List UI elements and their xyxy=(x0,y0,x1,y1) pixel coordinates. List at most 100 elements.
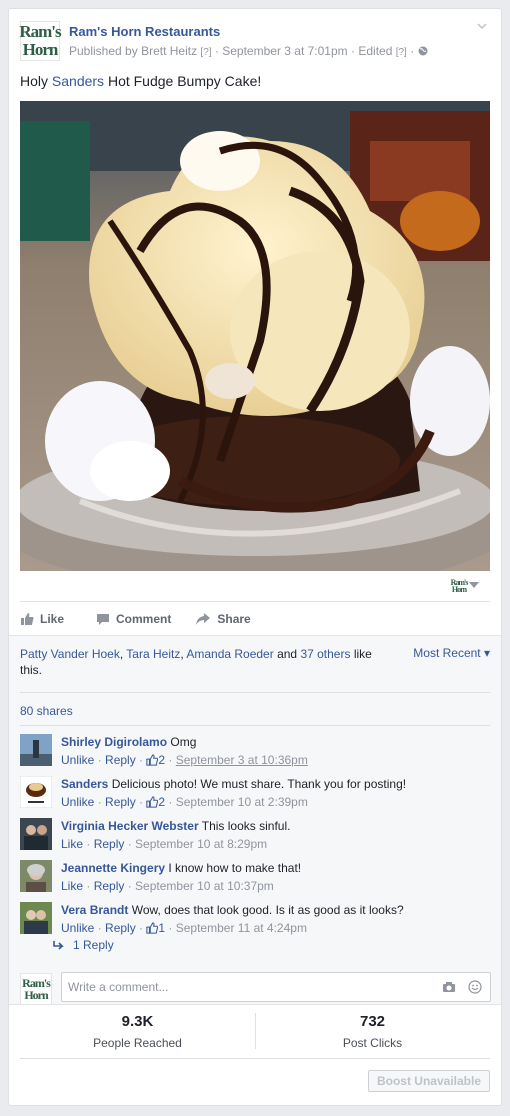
like-button[interactable]: Like xyxy=(20,612,64,626)
meta-dot: · xyxy=(410,44,415,58)
share-label: Share xyxy=(217,611,251,626)
unlike-link[interactable]: Unlike xyxy=(61,753,94,767)
post-clicks-label: Post Clicks xyxy=(342,1036,403,1050)
post-clicks-stat[interactable]: 732 Post Clicks xyxy=(255,1011,490,1050)
boost-button[interactable]: Boost Unavailable xyxy=(367,1070,490,1092)
people-reached-value: 9.3K xyxy=(121,1013,154,1030)
like-link[interactable]: Like xyxy=(61,879,83,893)
reply-link[interactable]: Reply xyxy=(105,921,136,935)
reply-link[interactable]: Reply xyxy=(94,837,125,851)
action-bar: Like Comment Share xyxy=(20,601,490,635)
comment-input[interactable] xyxy=(68,980,428,994)
share-button[interactable]: Share xyxy=(195,611,251,626)
camera-icon[interactable] xyxy=(442,981,456,993)
avatar[interactable] xyxy=(20,776,52,808)
people-reached-label: People Reached xyxy=(93,1036,182,1050)
people-reached-stat[interactable]: 9.3K People Reached xyxy=(20,1011,255,1050)
others-link[interactable]: 37 others xyxy=(300,647,350,661)
comment-actions: Unlike · Reply · 2 · September 10 at 2:3… xyxy=(61,795,308,809)
avatar[interactable] xyxy=(20,860,52,892)
meta-dot: · xyxy=(214,44,219,58)
comment-actions: Unlike · Reply · 2 · September 3 at 10:3… xyxy=(61,753,308,767)
page-name-link[interactable]: Ram's Horn Restaurants xyxy=(69,24,220,39)
page-logo[interactable]: Ram's Horn xyxy=(19,21,62,61)
like-count[interactable]: 1 xyxy=(158,921,165,935)
reply-arrow-icon xyxy=(53,941,64,950)
post-card: Ram's Horn Ram's Horn Restaurants Publis… xyxy=(8,8,502,1106)
likes-summary: Patty Vander Hoek, Tara Heitz, Amanda Ro… xyxy=(20,646,390,678)
meta-dot: · xyxy=(351,44,355,58)
comment-body: Shirley Digirolamo Omg xyxy=(61,735,196,749)
liker-link[interactable]: Patty Vander Hoek xyxy=(20,647,120,661)
post-text-part: Holy xyxy=(20,73,52,89)
comment-bubble-icon xyxy=(97,613,110,625)
sort-dropdown[interactable]: Most Recent ▾ xyxy=(413,646,490,660)
liker-link[interactable]: Tara Heitz xyxy=(126,647,180,661)
comment-text: Delicious photo! We must share. Thank yo… xyxy=(111,777,407,791)
edited-label[interactable]: Edited xyxy=(358,44,392,58)
comment-button[interactable]: Comment xyxy=(96,612,171,626)
comment-label: Comment xyxy=(116,611,172,626)
post-date-link[interactable]: September 3 at 7:01pm xyxy=(222,44,347,58)
comment-author-link[interactable]: Jeannette Kingery xyxy=(61,861,165,875)
page-switcher-logo[interactable]: Ram's Horn xyxy=(451,578,468,594)
logo-text-top: Ram's xyxy=(19,22,61,41)
comment-body: Jeannette Kingery I know how to make tha… xyxy=(61,861,301,875)
post-text-part: Hot Fudge Bumpy Cake! xyxy=(104,73,262,89)
avatar[interactable] xyxy=(20,902,52,934)
like-count-icon xyxy=(146,754,159,766)
comment-item: Jeannette Kingery I know how to make tha… xyxy=(20,860,490,900)
divider xyxy=(20,1058,490,1059)
post-photo[interactable] xyxy=(20,101,490,571)
reply-link[interactable]: Reply xyxy=(94,879,125,893)
reply-link[interactable]: Reply xyxy=(105,795,136,809)
like-label: Like xyxy=(40,611,65,626)
comment-text: Omg xyxy=(170,735,197,749)
comment-time-link[interactable]: September 10 at 8:29pm xyxy=(135,837,267,851)
comment-time-link[interactable]: September 11 at 4:24pm xyxy=(176,921,307,935)
like-count[interactable]: 2 xyxy=(158,753,165,767)
comment-author-link[interactable]: Sanders xyxy=(61,777,108,791)
comment-actions: Like · Reply · September 10 at 8:29pm xyxy=(61,837,268,851)
insights-stats: 9.3K People Reached 732 Post Clicks xyxy=(20,1011,490,1057)
comment-body: Virginia Hecker Webster This looks sinfu… xyxy=(61,819,290,833)
comment-box[interactable] xyxy=(61,972,491,1002)
avatar[interactable] xyxy=(20,818,52,850)
page-switcher-caret-icon[interactable] xyxy=(469,582,479,588)
comment-body: Sanders Delicious photo! We must share. … xyxy=(61,777,406,791)
comment-time-link[interactable]: September 3 at 10:36pm xyxy=(176,753,308,767)
share-arrow-icon xyxy=(196,612,211,625)
reply-link[interactable]: Reply xyxy=(105,753,136,767)
view-replies-link[interactable]: 1 Reply xyxy=(53,938,114,952)
sanders-mention-link[interactable]: Sanders xyxy=(52,73,104,89)
logo-text-bottom: Horn xyxy=(22,40,59,59)
divider xyxy=(20,725,490,726)
chevron-down-icon[interactable] xyxy=(477,21,487,31)
comment-author-link[interactable]: Virginia Hecker Webster xyxy=(61,819,199,833)
like-count[interactable]: 2 xyxy=(158,795,165,809)
separator: and xyxy=(273,647,301,661)
help-mark[interactable]: [?] xyxy=(396,47,407,58)
avatar[interactable] xyxy=(20,734,52,766)
help-mark[interactable]: [?] xyxy=(200,47,211,58)
like-link[interactable]: Like xyxy=(61,837,83,851)
comment-author-link[interactable]: Vera Brandt xyxy=(61,903,128,917)
unlike-link[interactable]: Unlike xyxy=(61,921,94,935)
thumbs-up-icon xyxy=(21,612,34,625)
publisher-link[interactable]: Brett Heitz xyxy=(141,44,197,58)
shares-link[interactable]: 80 shares xyxy=(20,704,73,718)
comment-time-link[interactable]: September 10 at 10:37pm xyxy=(135,879,274,893)
globe-icon xyxy=(418,46,428,56)
comment-actions: Like · Reply · September 10 at 10:37pm xyxy=(61,879,274,893)
unlike-link[interactable]: Unlike xyxy=(61,795,94,809)
reply-count-label: 1 Reply xyxy=(73,938,114,952)
comment-time-link[interactable]: September 10 at 2:39pm xyxy=(176,795,308,809)
emoji-icon[interactable] xyxy=(468,980,482,994)
comment-text: Wow, does that look good. Is it as good … xyxy=(131,903,404,917)
reactions-and-comments: Patty Vander Hoek, Tara Heitz, Amanda Ro… xyxy=(9,635,501,1005)
comment-item: Virginia Hecker Webster This looks sinfu… xyxy=(20,818,490,858)
comment-actions: Unlike · Reply · 1 · September 11 at 4:2… xyxy=(61,921,307,935)
divider xyxy=(20,692,490,693)
liker-link[interactable]: Amanda Roeder xyxy=(186,647,273,661)
comment-author-link[interactable]: Shirley Digirolamo xyxy=(61,735,167,749)
